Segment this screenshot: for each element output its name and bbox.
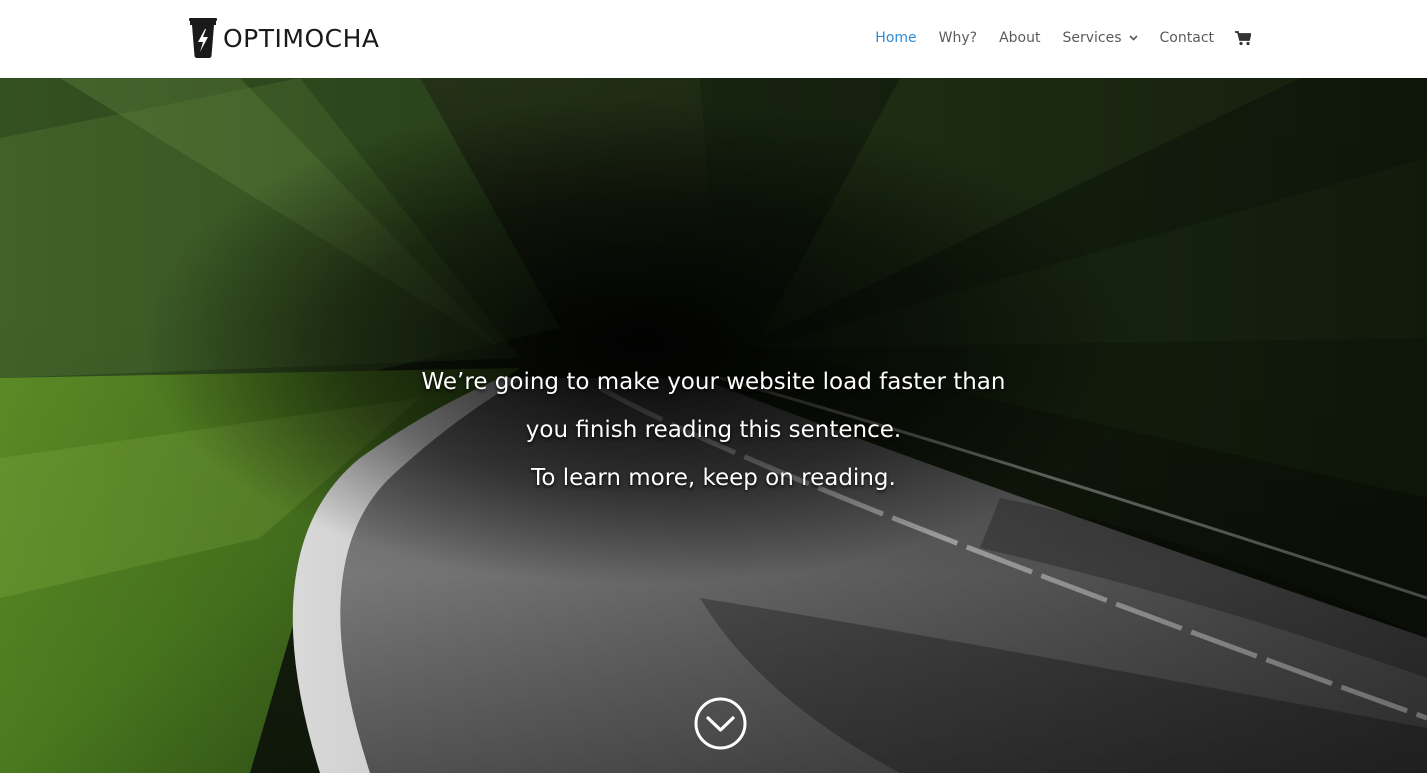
hero-headline: We’re going to make your website load fa…: [0, 358, 1427, 502]
chevron-down-circle-icon[interactable]: [694, 697, 747, 750]
brand-name: OPTIMOCHA: [223, 23, 380, 53]
nav-item-home[interactable]: Home: [875, 30, 916, 46]
nav-item-services[interactable]: Services: [1062, 30, 1138, 46]
site-header: OPTIMOCHA Home Why? About Services Conta…: [0, 0, 1427, 78]
chevron-down-icon: [1128, 35, 1138, 41]
nav-item-why[interactable]: Why?: [939, 30, 977, 46]
hero-line-2: you finish reading this sentence.: [525, 417, 902, 443]
shopping-cart-icon[interactable]: [1235, 30, 1251, 46]
main-nav: Home Why? About Services Contact: [875, 29, 1251, 47]
nav-item-services-label: Services: [1062, 30, 1122, 46]
nav-item-about[interactable]: About: [999, 30, 1040, 46]
hero-line-3: To learn more, keep on reading.: [531, 465, 896, 491]
hero-section: We’re going to make your website load fa…: [0, 78, 1427, 773]
hero-line-1: We’re going to make your website load fa…: [421, 369, 1006, 395]
nav-item-contact[interactable]: Contact: [1160, 30, 1214, 46]
coffee-cup-lightning-icon: [189, 18, 217, 58]
site-logo[interactable]: OPTIMOCHA: [189, 17, 380, 59]
